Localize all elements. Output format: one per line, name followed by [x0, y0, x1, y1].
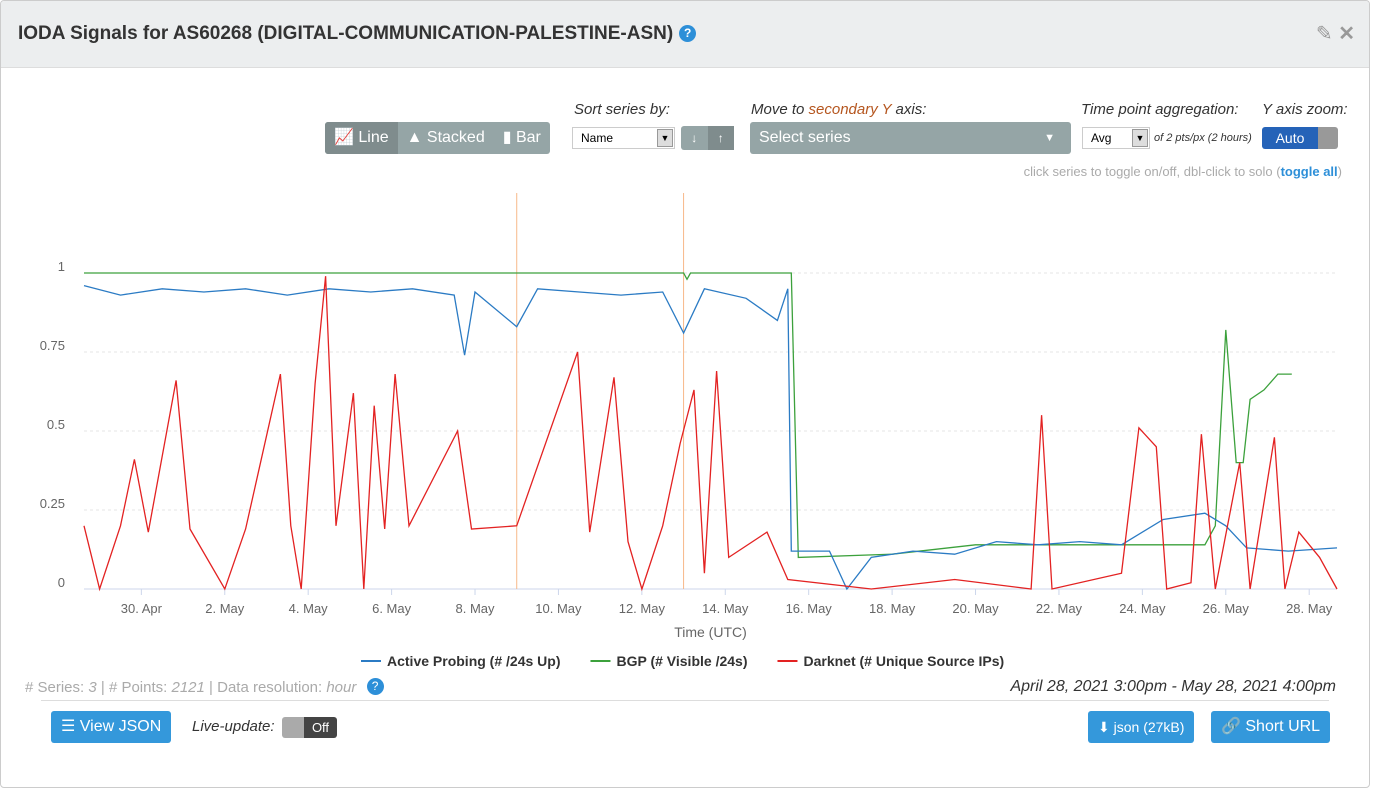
secondary-axis-label: Move to secondary Y axis:: [751, 101, 927, 118]
ioda-signals-panel: IODA Signals for AS60268 (DIGITAL-COMMUN…: [0, 0, 1370, 788]
question-circle-icon[interactable]: ?: [366, 678, 384, 695]
legend-item[interactable]: Darknet (# Unique Source IPs): [803, 653, 1004, 669]
chart-type-group: 📈 Line ▲ Stacked ▮ Bar: [325, 122, 550, 154]
panel-header: IODA Signals for AS60268 (DIGITAL-COMMUN…: [1, 1, 1369, 68]
series-line-2: [83, 276, 1338, 592]
x-tick-label: 2. May: [205, 601, 245, 616]
panel-title: IODA Signals for AS60268 (DIGITAL-COMMUN…: [18, 23, 674, 44]
link-icon: 🔗: [1221, 718, 1241, 735]
download-icon: ⬇: [1098, 719, 1110, 735]
y-zoom-toggle[interactable]: Auto: [1262, 127, 1338, 149]
x-tick-label: 4. May: [289, 601, 329, 616]
x-tick-label: 20. May: [952, 601, 999, 616]
view-json-button[interactable]: ☰ View JSON: [51, 711, 172, 743]
chevron-down-icon: ▼: [657, 129, 673, 147]
y-tick-label: 0.75: [40, 338, 65, 353]
y-tick-label: 0.25: [40, 496, 65, 511]
sort-asc-button[interactable]: ↑: [707, 126, 734, 150]
y-tick-label: 1: [58, 259, 65, 274]
aggregation-note: of 2 pts/px (2 hours): [1154, 132, 1252, 144]
x-tick-label: 30. Apr: [121, 601, 163, 616]
line-button[interactable]: 📈 Line: [325, 122, 398, 154]
x-axis-label: Time (UTC): [674, 624, 747, 640]
x-tick-label: 12. May: [619, 601, 666, 616]
chart: 0 0.25 0.5 0.75 1 30. Apr 2. May 4. May 6. May 8.…: [40, 193, 1338, 669]
series-line-0: [83, 284, 1338, 591]
x-tick-label: 14. May: [702, 601, 749, 616]
x-tick-label: 10. May: [535, 601, 582, 616]
aggregation-label: Time point aggregation:: [1081, 101, 1239, 118]
x-tick-label: 18. May: [869, 601, 916, 616]
chevron-down-icon: ▼: [1044, 132, 1055, 144]
x-tick-label: 22. May: [1036, 601, 1083, 616]
x-tick-label: 16. May: [786, 601, 833, 616]
x-tick-label: 8. May: [456, 601, 496, 616]
x-tick-label: 6. May: [372, 601, 412, 616]
y-zoom-label: Y axis zoom:: [1262, 101, 1348, 118]
chart-stats: # Series: 3 | # Points: 2121 | Data reso…: [25, 678, 384, 696]
legend-item[interactable]: BGP (# Visible /24s): [616, 653, 747, 669]
stacked-button[interactable]: ▲ Stacked: [398, 122, 494, 154]
sort-direction-group: ↓ ↑: [681, 126, 734, 150]
bar-button[interactable]: ▮ Bar: [494, 122, 550, 154]
sort-select[interactable]: Name ▼: [572, 127, 675, 149]
sort-desc-button[interactable]: ↓: [681, 126, 708, 150]
list-icon: ☰: [61, 718, 76, 735]
secondary-series-select[interactable]: Select series ▼: [750, 122, 1071, 154]
toggle-hint: click series to toggle on/off, dbl-click…: [1023, 164, 1342, 179]
chevron-down-icon: ▼: [1132, 129, 1148, 147]
download-json-button[interactable]: ⬇ json (27kB): [1088, 711, 1195, 743]
sort-label: Sort series by:: [574, 101, 670, 118]
edit-icon[interactable]: ✎: [1316, 23, 1333, 45]
close-icon[interactable]: ✕: [1338, 23, 1355, 45]
x-tick-label: 28. May: [1286, 601, 1333, 616]
short-url-button[interactable]: 🔗 Short URL: [1211, 711, 1331, 743]
legend-item[interactable]: Active Probing (# /24s Up): [387, 653, 560, 669]
time-range: April 28, 2021 3:00pm - May 28, 2021 4:0…: [1010, 678, 1336, 695]
y-tick-label: 0: [58, 575, 65, 590]
y-tick-label: 0.5: [47, 417, 65, 432]
x-tick-label: 24. May: [1119, 601, 1166, 616]
question-circle-icon[interactable]: ?: [679, 25, 697, 42]
live-update-label: Live-update:: [192, 718, 275, 735]
live-update-toggle[interactable]: Off: [282, 717, 337, 738]
x-tick-label: 26. May: [1203, 601, 1250, 616]
toggle-all-link[interactable]: toggle all: [1281, 164, 1338, 179]
aggregation-select[interactable]: Avg ▼: [1082, 127, 1150, 149]
